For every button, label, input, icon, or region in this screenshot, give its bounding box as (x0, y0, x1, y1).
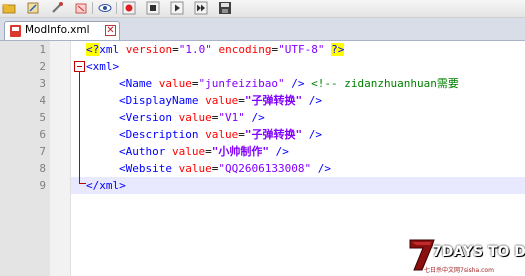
view-icon[interactable] (98, 1, 112, 15)
line-number: 1 (39, 43, 46, 56)
stop-record-icon[interactable] (146, 1, 160, 15)
line-number: 5 (39, 111, 46, 124)
saved-file-icon (10, 25, 21, 37)
code-line: 6 <Description value="子弹转换" /> (0, 126, 525, 143)
code-text: <?xml version="1.0" encoding="UTF-8" ?> (86, 43, 345, 56)
line-number: 3 (39, 77, 46, 90)
line-number: 8 (39, 162, 46, 175)
watermark-sub-text: 七日杀中文网7sisha.com (424, 267, 494, 274)
code-text: <Description value="子弹转换" /> (119, 128, 322, 141)
code-line: 5 <Version value="V1" /> (0, 109, 525, 126)
play-macro-icon[interactable] (170, 1, 184, 15)
watermark-logo-text: 7DAYS TO DIE (432, 244, 525, 260)
code-line: 1 <?xml version="1.0" encoding="UTF-8" ?… (0, 41, 525, 58)
code-text: <Author value="小帅制作" /> (119, 145, 289, 158)
tab-strip: ModInfo.xml ✕ (0, 18, 525, 41)
watermark-logo: 7DAYS TO DIE 七日杀中文网7sisha.com (408, 236, 525, 276)
code-text: <Name value="junfeizibao" /> <!-- zidanz… (119, 77, 459, 90)
code-text: <DisplayName value="子弹转换" /> (119, 94, 322, 107)
code-text: <Website value="QQ2606133008" /> (119, 162, 331, 175)
open-folder-icon[interactable] (2, 1, 16, 15)
line-number: 4 (39, 94, 46, 107)
tab-modinfo-xml[interactable]: ModInfo.xml ✕ (4, 21, 120, 40)
code-text: <xml> (86, 60, 120, 73)
code-line: 7 <Author value="小帅制作" /> (0, 143, 525, 160)
close-icon[interactable]: ✕ (105, 25, 116, 36)
tab-label: ModInfo.xml (25, 24, 90, 36)
run-macro-multiple-icon[interactable] (194, 1, 208, 15)
tools-icon[interactable] (50, 1, 64, 15)
code-line: 8 <Website value="QQ2606133008" /> (0, 160, 525, 177)
delete-icon[interactable] (74, 1, 88, 15)
code-text: </xml> (86, 179, 126, 192)
toolbar (0, 0, 525, 18)
save-macro-icon[interactable] (218, 1, 232, 15)
code-line: 2 <xml> (0, 58, 525, 75)
code-text: <Version value="V1" /> (119, 111, 265, 124)
code-line: 4 <DisplayName value="子弹转换" /> (0, 92, 525, 109)
line-number: 9 (39, 179, 46, 192)
line-number: 6 (39, 128, 46, 141)
record-macro-icon[interactable] (122, 1, 136, 15)
code-line: 3 <Name value="junfeizibao" /> <!-- zida… (0, 75, 525, 92)
line-number: 2 (39, 60, 46, 73)
notepad-window: ModInfo.xml ✕ 1 <?xml version="1.0" enco… (0, 0, 525, 276)
code-line: 9 </xml> (0, 177, 525, 194)
edit-icon[interactable] (26, 1, 40, 15)
line-number: 7 (39, 145, 46, 158)
